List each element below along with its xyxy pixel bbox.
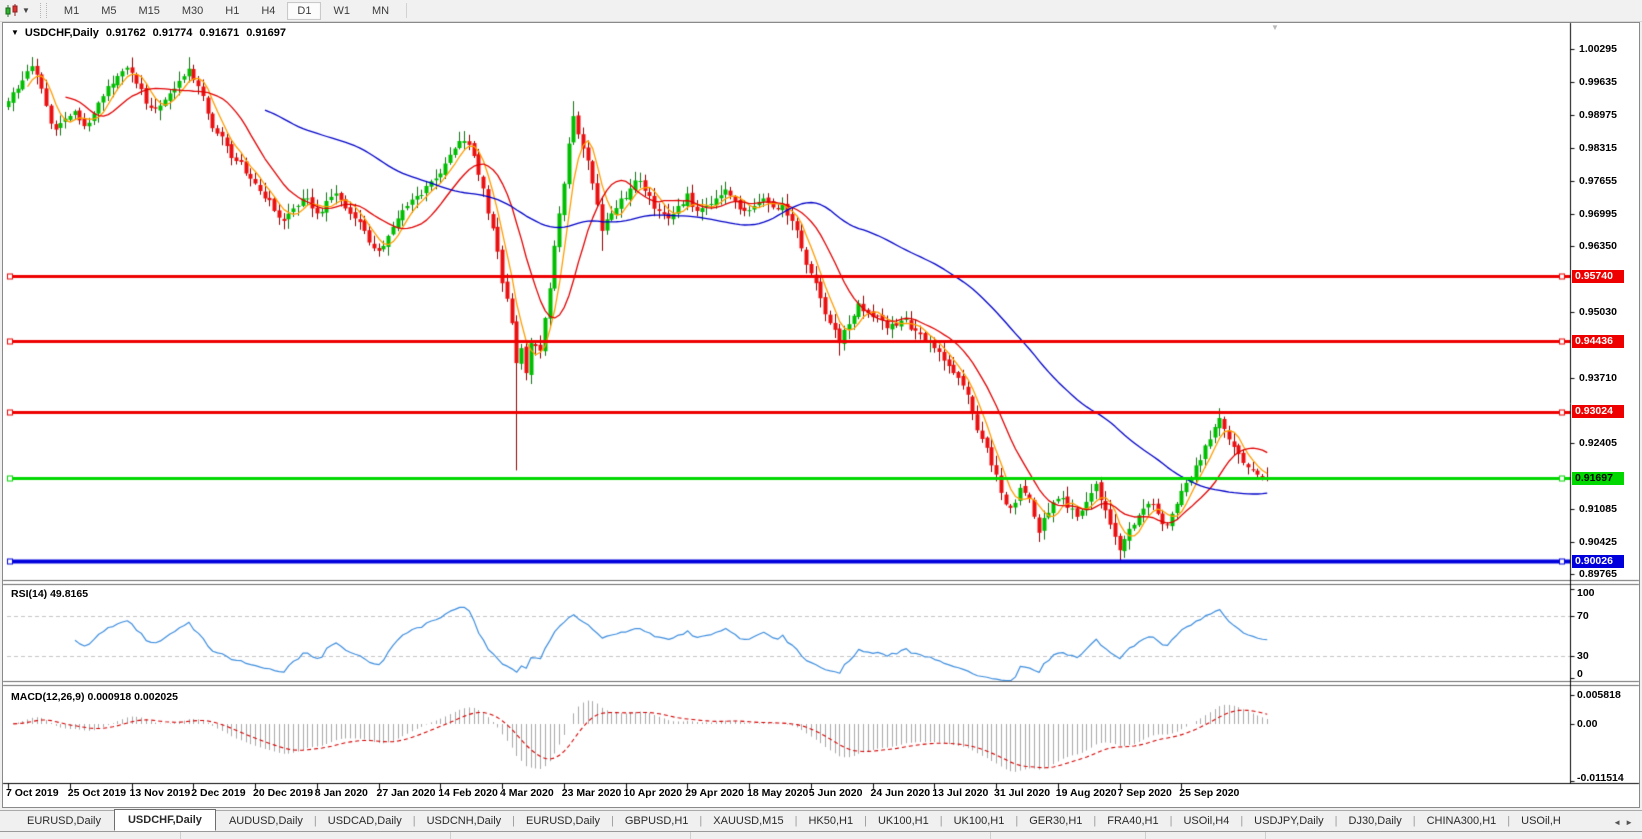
price-axis-tick: 0.98315: [1579, 142, 1617, 154]
timeframe-buttons: M1M5M15M30H1H4D1W1MN: [53, 2, 400, 20]
rsi-axis-tick: 70: [1577, 610, 1589, 622]
timeframe-button-M5[interactable]: M5: [91, 2, 126, 20]
date-axis-label: 4 Mar 2020: [500, 787, 554, 799]
ohlc-low: 0.91671: [199, 27, 239, 39]
date-axis-label: 7 Oct 2019: [6, 787, 59, 799]
rsi-label: RSI(14) 49.8165: [11, 588, 88, 600]
timeframe-button-M15[interactable]: M15: [128, 2, 169, 20]
tab-EURUSD-Daily[interactable]: EURUSD,Daily: [515, 812, 611, 831]
candlestick-chart-icon[interactable]: [4, 4, 20, 18]
tab-UK100-H1[interactable]: UK100,H1: [943, 812, 1016, 831]
tab-DJ30-Daily[interactable]: DJ30,Daily: [1338, 812, 1413, 831]
price-tag-0.90026: 0.90026: [1572, 555, 1624, 568]
statusbar-separator: [690, 832, 691, 839]
date-axis-label: 18 May 2020: [747, 787, 808, 799]
ohlc-close: 0.91697: [246, 27, 286, 39]
tab-GBPUSD-H1[interactable]: GBPUSD,H1: [614, 812, 700, 831]
date-axis-label: 25 Oct 2019: [68, 787, 126, 799]
tab-XAUUSD-M15[interactable]: XAUUSD,M15: [702, 812, 794, 831]
price-axis-tick: 0.91085: [1579, 503, 1617, 515]
chart-symbol: USDCHF,Daily: [25, 27, 99, 39]
price-axis-tick: 0.93710: [1579, 372, 1617, 384]
date-axis-label: 2 Dec 2019: [191, 787, 245, 799]
status-bar: [0, 832, 1642, 839]
rsi-axis-tick: 0: [1577, 668, 1583, 680]
tab-GER30-H1[interactable]: GER30,H1: [1018, 812, 1093, 831]
tab-scroll-arrows[interactable]: ◄►: [1613, 818, 1637, 827]
price-axis-tick: 0.96995: [1579, 208, 1617, 220]
statusbar-separator: [180, 832, 181, 839]
statusbar-separator: [990, 832, 991, 839]
timeframe-button-D1[interactable]: D1: [287, 2, 321, 20]
tab-CHINA300-H1[interactable]: CHINA300,H1: [1416, 812, 1508, 831]
chevron-down-icon[interactable]: ▼: [22, 6, 30, 15]
date-axis-label: 5 Jun 2020: [809, 787, 863, 799]
price-axis-tick: 0.95030: [1579, 306, 1617, 318]
macd-axis-tick: -0.011514: [1577, 772, 1624, 784]
chart-title: ▼ USDCHF,Daily 0.91762 0.91774 0.91671 0.9169…: [11, 27, 286, 39]
statusbar-separator: [1265, 832, 1266, 839]
date-axis-label: 14 Feb 2020: [438, 787, 498, 799]
date-axis-label: 20 Dec 2019: [253, 787, 313, 799]
ohlc-high: 0.91774: [153, 27, 193, 39]
chart-canvas[interactable]: [0, 0, 1642, 839]
date-axis-label: 31 Jul 2020: [994, 787, 1050, 799]
price-axis-tick: 0.92405: [1579, 437, 1617, 449]
macd-axis-tick: 0.00: [1577, 718, 1597, 730]
top-toolbar: ▼ M1M5M15M30H1H4D1W1MN: [0, 0, 1642, 22]
rsi-axis-tick: 30: [1577, 650, 1589, 662]
price-axis-tick: 0.90425: [1579, 536, 1617, 548]
toolbar-separator: [406, 3, 407, 18]
timeframe-button-M1[interactable]: M1: [54, 2, 89, 20]
price-tag-0.91697: 0.91697: [1572, 472, 1624, 485]
tab-USOil-H[interactable]: USOil,H: [1510, 812, 1572, 831]
date-axis-label: 27 Jan 2020: [377, 787, 436, 799]
tab-USDCAD-Daily[interactable]: USDCAD,Daily: [317, 812, 413, 831]
price-tag-0.94436: 0.94436: [1572, 335, 1624, 348]
tab-UK100-H1[interactable]: UK100,H1: [867, 812, 940, 831]
date-axis-label: 19 Aug 2020: [1056, 787, 1117, 799]
price-axis-tick: 0.99635: [1579, 76, 1617, 88]
rsi-axis-tick: 100: [1577, 587, 1595, 599]
date-axis-label: 13 Nov 2019: [130, 787, 191, 799]
tab-HK50-H1[interactable]: HK50,H1: [797, 812, 864, 831]
price-axis-tick: 0.97655: [1579, 175, 1617, 187]
timeframe-button-M30[interactable]: M30: [172, 2, 213, 20]
date-axis-label: 7 Sep 2020: [1118, 787, 1172, 799]
price-axis-tick: 1.00295: [1579, 43, 1617, 55]
date-axis-label: 13 Jul 2020: [932, 787, 988, 799]
chart-tabs-bar: EURUSD,DailyUSDCHF,DailyAUDUSD,Daily|USD…: [0, 810, 1642, 832]
macd-axis-tick: 0.005818: [1577, 689, 1621, 701]
tab-USDJPY-Daily[interactable]: USDJPY,Daily: [1243, 812, 1335, 831]
tab-AUDUSD-Daily[interactable]: AUDUSD,Daily: [218, 812, 314, 831]
tab-FRA40-H1[interactable]: FRA40,H1: [1096, 812, 1169, 831]
statusbar-separator: [450, 832, 451, 839]
price-tag-0.93024: 0.93024: [1572, 405, 1624, 418]
timeframe-button-H4[interactable]: H4: [251, 2, 285, 20]
date-axis-label: 10 Apr 2020: [624, 787, 683, 799]
tab-USDCNH-Daily[interactable]: USDCNH,Daily: [416, 812, 513, 831]
date-axis-label: 8 Jan 2020: [315, 787, 368, 799]
triangle-down-icon[interactable]: ▼: [11, 28, 19, 37]
timeframe-button-W1[interactable]: W1: [323, 2, 360, 20]
tab-USOil-H4[interactable]: USOil,H4: [1172, 812, 1240, 831]
timeframe-button-MN[interactable]: MN: [362, 2, 399, 20]
macd-label: MACD(12,26,9) 0.000918 0.002025: [11, 691, 178, 703]
price-axis-tick: 0.96350: [1579, 240, 1617, 252]
price-tag-0.95740: 0.95740: [1572, 270, 1624, 283]
timeframe-button-H1[interactable]: H1: [215, 2, 249, 20]
statusbar-separator: [1145, 832, 1146, 839]
price-axis-tick: 0.89765: [1579, 568, 1617, 580]
date-axis-label: 23 Mar 2020: [562, 787, 622, 799]
date-axis-label: 24 Jun 2020: [871, 787, 931, 799]
chart-shift-marker[interactable]: ▼: [1271, 23, 1279, 32]
ohlc-open: 0.91762: [106, 27, 146, 39]
toolbar-grip[interactable]: [40, 3, 47, 18]
tab-EURUSD-Daily[interactable]: EURUSD,Daily: [16, 812, 112, 831]
date-axis-label: 25 Sep 2020: [1179, 787, 1239, 799]
date-axis-label: 29 Apr 2020: [685, 787, 744, 799]
tab-USDCHF-Daily[interactable]: USDCHF,Daily: [114, 809, 216, 831]
price-axis-tick: 0.98975: [1579, 109, 1617, 121]
